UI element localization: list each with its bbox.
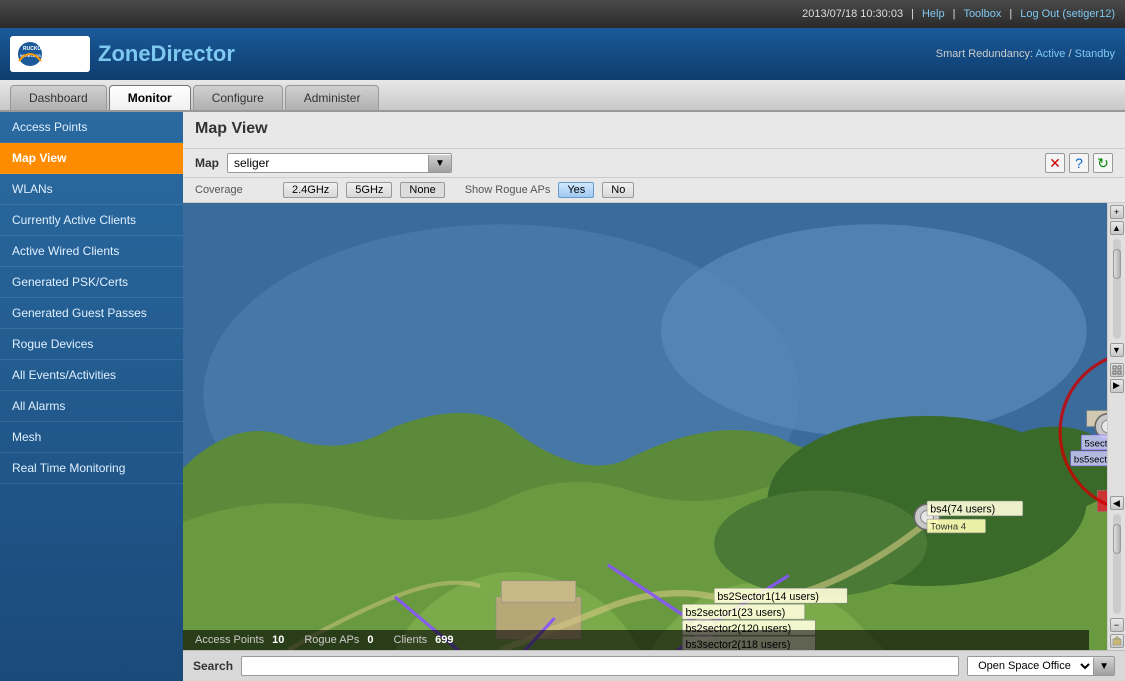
search-input[interactable] [241,656,959,676]
scroll-thumb-horizontal[interactable] [1113,524,1121,554]
nav-tabs: Dashboard Monitor Configure Administer [0,80,1125,112]
standby-link[interactable]: Standby [1075,48,1115,60]
tab-dashboard[interactable]: Dashboard [10,85,107,110]
scroll-track-horizontal[interactable] [1113,514,1121,614]
map-wrapper: bs4(74 users) Тоwна 4 bs1sector2(53 user… [183,203,1125,650]
zoom-in-button[interactable]: + [1110,205,1124,219]
access-points-label: Access Points [195,634,264,646]
stat-rogue-aps: Rogue APs 0 [304,634,373,646]
svg-text:Тоwна 4: Тоwна 4 [930,522,967,533]
clients-value: 699 [435,634,453,646]
mapview-title: Map View [195,120,1113,138]
coverage-row: Coverage 2.4GHz 5GHz None [195,182,445,198]
tab-monitor[interactable]: Monitor [109,85,191,110]
map-stats: Access Points 10 Rogue APs 0 Clients 699 [183,630,1089,650]
map-close-button[interactable]: ✕ [1045,153,1065,173]
map-select-input[interactable] [228,154,428,172]
mapview-header: Map View [183,112,1125,149]
freq-5ghz-button[interactable]: 5GHz [346,182,392,198]
map-controls: Map ▼ ✕ ? ↻ [183,149,1125,178]
sep2: | [953,8,956,20]
sidebar-item-generated-guest-passes[interactable]: Generated Guest Passes [0,298,183,329]
freq-none-button[interactable]: None [400,182,444,198]
map-select-wrapper[interactable]: ▼ [227,153,452,173]
sidebar: Access Points Map View WLANs Currently A… [0,112,183,681]
tab-configure[interactable]: Configure [193,85,283,110]
content-area: Map View Map ▼ ✕ ? ↻ Coverage 2.4GHz 5GH… [183,112,1125,681]
svg-text:RUCKUS: RUCKUS [23,46,45,52]
search-dropdown-arrow[interactable]: ▼ [1093,658,1114,675]
map-select-arrow[interactable]: ▼ [428,155,451,172]
stat-access-points: Access Points 10 [195,634,284,646]
header: RUCKUS WIRELESS ZoneDirector Smart Redun… [0,28,1125,80]
scroll-thumb-vertical[interactable] [1113,249,1121,279]
rogue-yes-button[interactable]: Yes [558,182,594,198]
map-label: Map [195,156,219,170]
logo: RUCKUS WIRELESS [10,36,90,72]
rogue-aps-value: 0 [367,634,373,646]
sidebar-item-generated-psk-certs[interactable]: Generated PSK/Certs [0,267,183,298]
sidebar-item-all-events-activities[interactable]: All Events/Activities [0,360,183,391]
datetime: 2013/07/18 10:30:03 [802,8,903,20]
top-bar: 2013/07/18 10:30:03 | Help | Toolbox | L… [0,0,1125,28]
svg-text:bs5sector2(73 use: bs5sector2(73 use [1074,455,1107,466]
map-refresh-button[interactable]: ↻ [1093,153,1113,173]
zoom-out-button[interactable]: − [1110,618,1124,632]
map-controls-right: ✕ ? ↻ [1045,153,1113,173]
smart-redundancy: Smart Redundancy: Active / Standby [936,48,1115,60]
sidebar-item-currently-active-clients[interactable]: Currently Active Clients [0,205,183,236]
sidebar-item-map-view[interactable]: Map View [0,143,183,174]
rogue-aps-label: Rogue APs [304,634,359,646]
map-scrollbar: + ▲ ▼ ▶ ◀ − [1107,203,1125,650]
sidebar-item-access-points[interactable]: Access Points [0,112,183,143]
sidebar-item-real-time-monitoring[interactable]: Real Time Monitoring [0,453,183,484]
main-layout: Access Points Map View WLANs Currently A… [0,112,1125,681]
scroll-left-button[interactable]: ◀ [1110,496,1124,510]
svg-text:bs2Sector1(14 users): bs2Sector1(14 users) [717,591,819,603]
pan-right-button[interactable]: ▶ [1110,379,1124,393]
search-dropdown-select[interactable]: Open Space Office [968,657,1093,675]
sidebar-item-active-wired-clients[interactable]: Active Wired Clients [0,236,183,267]
active-link[interactable]: Active [1035,48,1065,60]
scroll-down-button[interactable]: ▼ [1110,343,1124,357]
coverage-label: Coverage [195,184,275,196]
stat-clients: Clients 699 [394,634,454,646]
sep1: | [911,8,914,20]
sidebar-item-mesh[interactable]: Mesh [0,422,183,453]
sidebar-item-wlans[interactable]: WLANs [0,174,183,205]
app-title: ZoneDirector [98,41,235,67]
show-rogue-row: Show Rogue APs Yes No [465,182,635,198]
map-icon-button[interactable] [1110,634,1124,648]
stats-row: Access Points 10 Rogue APs 0 Clients 699 [195,634,1077,646]
access-points-value: 10 [272,634,284,646]
coverage-bar: Coverage 2.4GHz 5GHz None Show Rogue APs… [183,178,1125,203]
svg-text:5sector1(23 user: 5sector1(23 user [1085,439,1107,450]
nav-tabs-left: Dashboard Monitor Configure Administer [10,85,379,110]
scroll-track-vertical[interactable] [1113,239,1121,339]
rogue-no-button[interactable]: No [602,182,634,198]
show-rogue-label: Show Rogue APs [465,184,551,196]
freq-2ghz-button[interactable]: 2.4GHz [283,182,338,198]
sidebar-item-rogue-devices[interactable]: Rogue Devices [0,329,183,360]
svg-text:bs2sector1(23 users): bs2sector1(23 users) [685,607,785,619]
logout-link[interactable]: Log Out (setiger12) [1020,8,1115,20]
scroll-up-button[interactable]: ▲ [1110,221,1124,235]
sep3: | [1009,8,1012,20]
search-label: Search [193,659,233,673]
map-background-svg: bs4(74 users) Тоwна 4 bs1sector2(53 user… [183,203,1107,650]
help-link[interactable]: Help [922,8,945,20]
search-dropdown-wrapper: Open Space Office ▼ [967,656,1115,676]
svg-text:bs4(74 users): bs4(74 users) [930,504,995,516]
logo-area: RUCKUS WIRELESS ZoneDirector [10,36,235,72]
search-bar: Search Open Space Office ▼ [183,650,1125,681]
tab-administer[interactable]: Administer [285,85,380,110]
toolbox-link[interactable]: Toolbox [963,8,1001,20]
sidebar-item-all-alarms[interactable]: All Alarms [0,391,183,422]
map-help-button[interactable]: ? [1069,153,1089,173]
map-canvas[interactable]: bs4(74 users) Тоwна 4 bs1sector2(53 user… [183,203,1107,650]
zoom-fit-button[interactable] [1110,363,1124,377]
clients-label: Clients [394,634,428,646]
